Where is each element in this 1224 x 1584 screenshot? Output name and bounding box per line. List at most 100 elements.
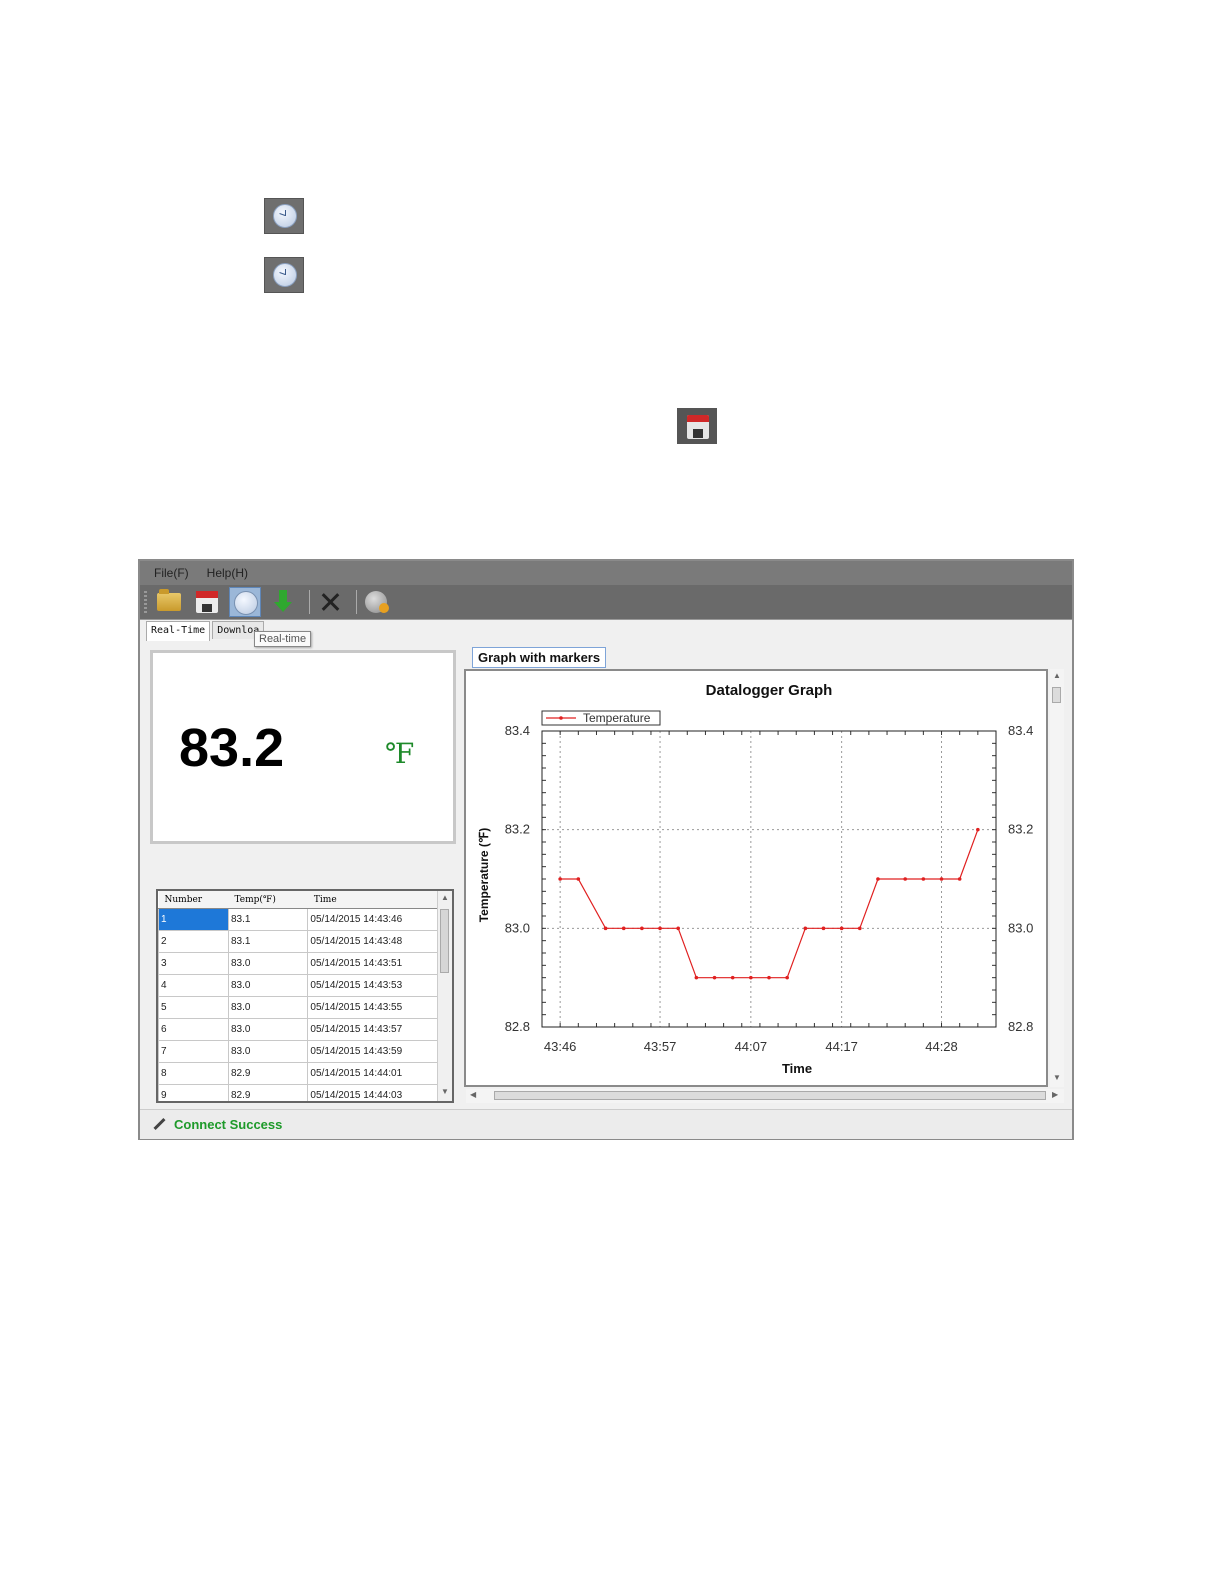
cell-time: 05/14/2015 14:43:51	[307, 952, 452, 975]
temperature-point	[839, 926, 844, 931]
realtime-clock-icon	[234, 591, 258, 615]
cell-temp: 82.9	[227, 1084, 309, 1101]
y-axis-label: Temperature (℉)	[477, 828, 491, 923]
database-icon	[365, 591, 389, 613]
cell-temp: 83.0	[227, 1040, 309, 1063]
menu-file[interactable]: File(F)	[154, 566, 189, 580]
temperature-point	[803, 926, 808, 931]
toolbar-grip[interactable]	[144, 591, 147, 613]
table-row[interactable]: 8 82.9 05/14/2015 14:44:01	[158, 1062, 452, 1085]
temperature-point	[957, 877, 962, 881]
chart-title: Datalogger Graph	[706, 682, 833, 699]
cell-temp: 83.0	[227, 952, 309, 975]
table-row[interactable]: 4 83.0 05/14/2015 14:43:53	[158, 974, 452, 997]
cell-temp: 83.0	[227, 974, 309, 997]
temperature-point	[976, 827, 980, 832]
y-tick-label: 83.2	[505, 822, 530, 837]
cell-temp: 83.1	[227, 908, 309, 931]
cell-number: 3	[158, 952, 229, 975]
graph-panel: Datalogger Graph 82.8 82.8 83.0 83.0 83.2 83.2…	[464, 669, 1048, 1087]
table-row[interactable]: 6 83.0 05/14/2015 14:43:57	[158, 1018, 452, 1041]
realtime-button[interactable]	[229, 587, 261, 617]
cell-number: 5	[158, 996, 229, 1019]
menu-bar: File(F) Help(H)	[140, 561, 1072, 585]
temperature-point	[939, 877, 944, 881]
column-header-number[interactable]: Number	[158, 891, 229, 909]
temperature-point	[621, 926, 626, 931]
open-button[interactable]	[153, 587, 185, 617]
settings-tools-icon	[319, 591, 341, 613]
temperature-point	[730, 975, 735, 980]
cell-time: 05/14/2015 14:43:53	[307, 974, 452, 997]
table-row[interactable]: 9 82.9 05/14/2015 14:44:03	[158, 1084, 452, 1101]
save-floppy-icon	[677, 408, 717, 444]
cell-number: 7	[158, 1040, 229, 1063]
cell-number: 6	[158, 1018, 229, 1041]
toolbar	[140, 585, 1072, 620]
connection-plug-icon	[152, 1117, 166, 1131]
download-button[interactable]	[267, 587, 299, 617]
cell-time: 05/14/2015 14:43:55	[307, 996, 452, 1019]
save-button[interactable]	[191, 587, 223, 617]
legend-label: Temperature	[583, 711, 651, 725]
table-row[interactable]: 7 83.0 05/14/2015 14:43:59	[158, 1040, 452, 1063]
column-header-temp[interactable]: Temp(℉)	[228, 891, 308, 909]
temperature-point	[640, 926, 644, 931]
y-tick-label-right: 83.4	[1008, 723, 1033, 738]
temperature-point	[903, 877, 907, 881]
current-reading-unit: ℉	[385, 737, 415, 770]
temperature-point	[749, 975, 753, 980]
y-tick-label-right: 82.8	[1008, 1019, 1033, 1034]
cell-temp: 82.9	[227, 1062, 309, 1085]
cell-number: 2	[158, 930, 229, 953]
temperature-point	[712, 975, 717, 980]
toolbar-separator	[309, 590, 310, 614]
cell-time: 05/14/2015 14:44:01	[307, 1062, 452, 1085]
temperature-point	[858, 926, 862, 931]
temperature-point	[767, 975, 771, 980]
x-axis-label: Time	[782, 1061, 812, 1076]
settings-button[interactable]	[314, 587, 346, 617]
current-reading-value: 83.2	[179, 718, 285, 778]
main-content: Real-Time Downloa Real-time 83.2 ℉ Numbe…	[140, 619, 1072, 1107]
y-tick-label-right: 83.0	[1008, 920, 1033, 935]
graph-vertical-scrollbar[interactable]: ▲ ▼	[1050, 669, 1064, 1087]
tab-realtime[interactable]: Real-Time	[146, 621, 211, 641]
cell-time: 05/14/2015 14:44:03	[307, 1084, 452, 1101]
toolbar-separator	[356, 590, 357, 614]
menu-help[interactable]: Help(H)	[207, 566, 248, 580]
cell-number: 1	[158, 908, 229, 931]
cell-time: 05/14/2015 14:43:57	[307, 1018, 452, 1041]
status-bar: Connect Success	[140, 1109, 1072, 1139]
open-folder-icon	[157, 589, 181, 611]
y-tick-label: 83.0	[505, 920, 530, 935]
realtime-clock-icon	[264, 257, 304, 293]
temperature-point	[876, 877, 880, 881]
datalogger-chart: Datalogger Graph 82.8 82.8 83.0 83.0 83.2 83.2…	[477, 682, 1033, 1076]
table-row[interactable]: 5 83.0 05/14/2015 14:43:55	[158, 996, 452, 1019]
connection-status: Connect Success	[174, 1117, 283, 1132]
cell-time: 05/14/2015 14:43:48	[307, 930, 452, 953]
y-tick-label: 83.4	[505, 723, 530, 738]
x-tick-label: 43:46	[544, 1039, 577, 1054]
y-tick-label: 82.8	[505, 1019, 530, 1034]
current-reading-panel: 83.2 ℉	[150, 650, 456, 844]
database-button[interactable]	[361, 587, 393, 617]
cell-number: 8	[158, 1062, 229, 1085]
column-header-time[interactable]: Time	[307, 891, 452, 909]
legend-swatch-point	[559, 716, 563, 720]
table-row[interactable]: 3 83.0 05/14/2015 14:43:51	[158, 952, 452, 975]
temperature-point	[694, 975, 699, 980]
cell-time: 05/14/2015 14:43:59	[307, 1040, 452, 1063]
table-row[interactable]: 1 83.1 05/14/2015 14:43:46	[158, 908, 452, 931]
mode-tabs: Real-Time Downloa	[146, 621, 266, 641]
graph-horizontal-scrollbar[interactable]: ◀ ▶	[466, 1089, 1064, 1103]
temperature-point	[603, 926, 608, 931]
readings-table: Number Temp(℉) Time 1 83.1 05/14/2015 14:4…	[156, 889, 454, 1103]
cell-temp: 83.0	[227, 996, 309, 1019]
table-row[interactable]: 2 83.1 05/14/2015 14:43:48	[158, 930, 452, 953]
table-scrollbar[interactable]: ▲ ▼	[437, 891, 452, 1101]
temperature-point	[558, 877, 562, 881]
temperature-point	[576, 877, 581, 881]
tab-graph-with-markers[interactable]: Graph with markers	[472, 647, 607, 668]
